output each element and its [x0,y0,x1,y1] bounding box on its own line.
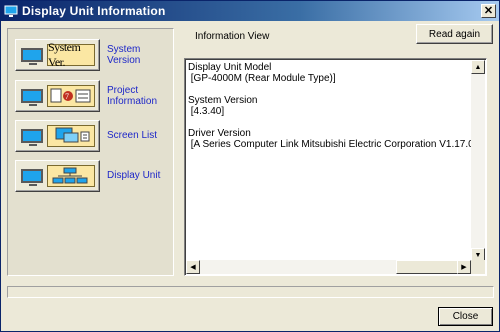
scrollbar-corner [471,260,485,274]
status-bar [7,286,494,298]
sidebar-item-label[interactable]: Display Unit [107,170,160,181]
horizontal-scrollbar[interactable]: ◀ ▶ [186,260,471,274]
information-view-textbox[interactable]: Display Unit Model [GP-4000M (Rear Modul… [184,58,487,276]
window-close-button[interactable]: ✕ [481,4,496,18]
app-icon [4,4,18,18]
screen-list-icon [47,125,95,147]
monitor-icon [21,169,43,186]
sidebar-item-label[interactable]: System Version [107,44,140,66]
title-bar[interactable]: Display Unit Information ✕ [1,1,499,21]
scroll-right-icon[interactable]: ▶ [457,260,471,274]
screen-list-button[interactable] [15,120,100,152]
project-information-button[interactable]: 7 [15,80,100,112]
svg-text:7: 7 [65,92,69,101]
sidebar-item-label[interactable]: Project Information [107,85,157,107]
close-button[interactable]: Close [438,307,493,326]
display-unit-button[interactable] [15,160,100,192]
dialog-window: Display Unit Information ✕ System Ver. S… [0,0,500,332]
system-ver-icon: System Ver. [47,40,95,69]
information-text: Display Unit Model [GP-4000M (Rear Modul… [188,62,483,150]
scroll-up-icon[interactable]: ▲ [471,60,485,74]
monitor-icon [21,48,43,65]
sidebar-item-screen-list[interactable]: Screen List [15,120,175,152]
window-title: Display Unit Information [22,4,166,18]
sidebar-item-system-version[interactable]: System Ver. System Version [15,39,175,71]
read-again-button[interactable]: Read again [416,24,493,44]
close-icon: ✕ [483,4,494,17]
display-unit-icon [47,165,95,187]
vertical-scrollbar[interactable]: ▲ ▼ [471,60,485,262]
monitor-icon [21,129,43,146]
project-info-icon: 7 [47,85,95,107]
system-version-button[interactable]: System Ver. [15,39,100,71]
sidebar-item-project-information[interactable]: 7 Project Information [15,80,175,112]
sidebar-item-display-unit[interactable]: Display Unit [15,160,175,192]
monitor-icon [21,89,43,106]
information-view-label: Information View [195,31,270,42]
sidebar-item-label[interactable]: Screen List [107,130,157,141]
sidebar: System Ver. System Version 7 Project Inf… [7,28,174,276]
scroll-left-icon[interactable]: ◀ [186,260,200,274]
